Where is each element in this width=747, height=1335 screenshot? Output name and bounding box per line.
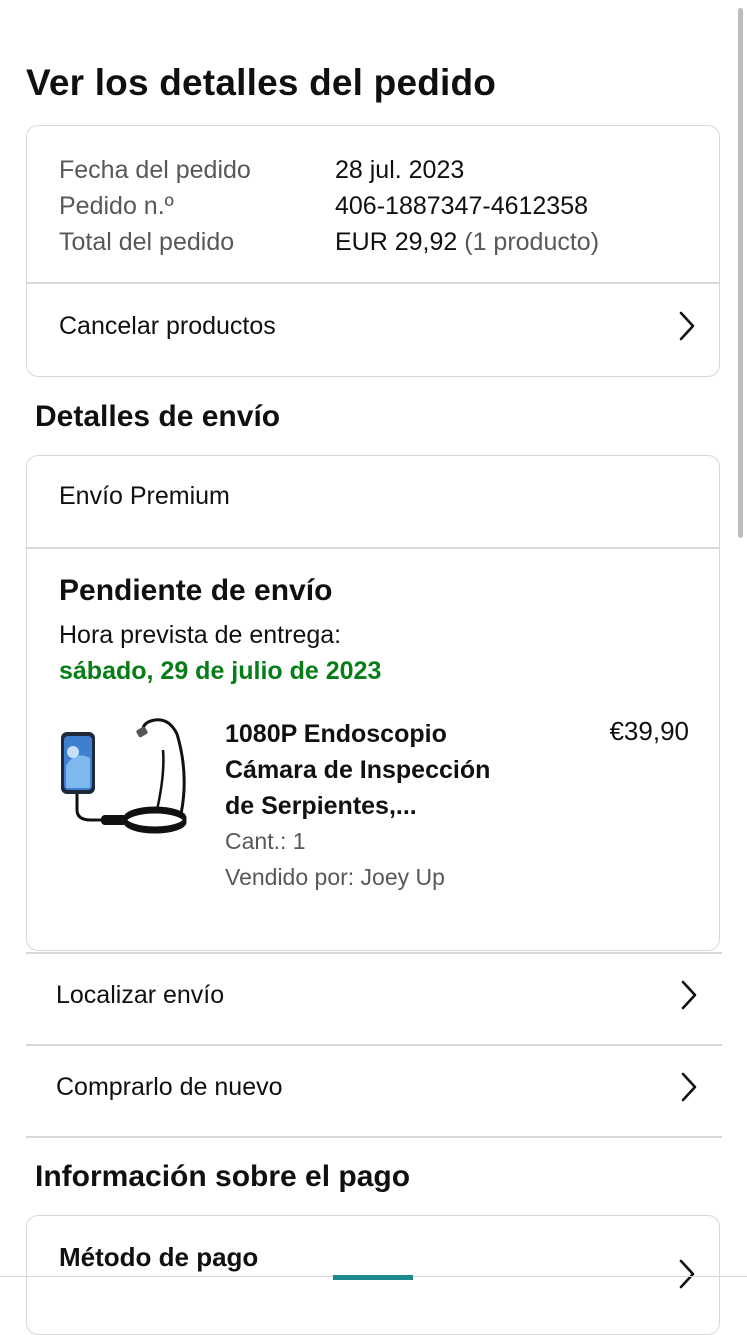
order-total-label: Total del pedido xyxy=(59,227,235,256)
order-total-item-count: (1 producto) xyxy=(464,227,600,256)
endoscope-camera-product-image[interactable] xyxy=(57,714,189,850)
delivery-eta-label: Hora prevista de entrega: xyxy=(59,621,342,649)
product-seller: Vendido por: Joey Up xyxy=(225,864,445,890)
payment-method-label: Método de pago xyxy=(59,1242,259,1272)
chevron-right-icon xyxy=(681,980,697,1010)
order-total-value: EUR 29,92 (1 producto) xyxy=(335,228,599,257)
cancel-products-button[interactable]: Cancelar productos xyxy=(27,298,719,354)
product-price: €39,90 xyxy=(609,716,689,746)
payment-info-heading: Información sobre el pago xyxy=(35,1160,411,1193)
chevron-right-icon xyxy=(681,1072,697,1102)
divider xyxy=(27,547,719,549)
track-shipment-label: Localizar envío xyxy=(56,980,225,1009)
divider xyxy=(26,1136,722,1138)
home-indicator xyxy=(333,1275,413,1280)
shipping-details-heading: Detalles de envío xyxy=(35,400,281,433)
divider xyxy=(26,1044,722,1046)
order-total-amount: EUR 29,92 xyxy=(335,227,458,256)
order-number-value: 406-1887347-4612358 xyxy=(335,191,589,220)
order-number-row: Pedido n.º 406-1887347-4612358 xyxy=(59,188,719,224)
order-date-value: 28 jul. 2023 xyxy=(335,155,465,184)
page-title: Ver los detalles del pedido xyxy=(26,62,497,103)
divider xyxy=(27,282,719,284)
buy-again-label: Comprarlo de nuevo xyxy=(56,1072,283,1101)
scrollbar[interactable] xyxy=(738,8,743,538)
order-summary-rows: Fecha del pedido 28 jul. 2023 Pedido n.º… xyxy=(27,126,719,260)
order-total-row: Total del pedido EUR 29,92 (1 producto) xyxy=(59,224,719,260)
buy-again-button[interactable]: Comprarlo de nuevo xyxy=(56,1067,699,1107)
product-title-link[interactable]: 1080P Endoscopio Cámara de Inspección de… xyxy=(225,716,525,824)
delivery-eta-date: sábado, 29 de julio de 2023 xyxy=(59,657,382,685)
product-quantity: Cant.: 1 xyxy=(225,828,306,854)
shipping-card: Envío Premium Pendiente de envío Hora pr… xyxy=(26,455,720,951)
shipping-type: Envío Premium xyxy=(59,482,230,510)
chevron-right-icon xyxy=(679,1259,695,1289)
order-date-label: Fecha del pedido xyxy=(59,155,251,184)
order-number-label: Pedido n.º xyxy=(59,191,174,220)
track-shipment-button[interactable]: Localizar envío xyxy=(56,975,699,1015)
cancel-products-label: Cancelar productos xyxy=(59,311,276,340)
chevron-right-icon xyxy=(679,311,695,341)
order-summary-card: Fecha del pedido 28 jul. 2023 Pedido n.º… xyxy=(26,125,720,377)
order-date-row: Fecha del pedido 28 jul. 2023 xyxy=(59,152,719,188)
divider xyxy=(26,952,722,954)
shipping-status: Pendiente de envío xyxy=(59,574,333,607)
